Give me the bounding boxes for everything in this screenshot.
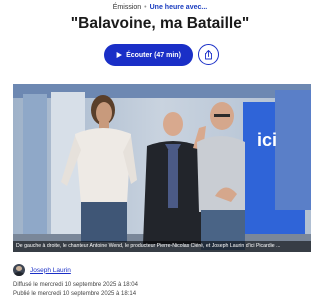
page-title: "Balavoine, ma Bataille" xyxy=(70,15,250,32)
share-icon xyxy=(205,49,212,59)
listen-button-label: Écouter (47 min) xyxy=(126,51,181,59)
play-icon xyxy=(116,52,123,58)
share-button[interactable] xyxy=(198,44,219,65)
photo-caption: De gauche à droite, le chanteur Antoine … xyxy=(13,241,311,252)
publication-dates: Diffusé le mercredi 10 septembre 2025 à … xyxy=(13,281,138,298)
published-date: Publié le mercredi 10 septembre 2025 à 1… xyxy=(13,290,137,297)
studio-photo-illustration: ici xyxy=(13,84,311,252)
broadcast-date: Diffusé le mercredi 10 septembre 2025 à … xyxy=(13,282,138,288)
breadcrumb-type[interactable]: Émission xyxy=(113,4,141,11)
article-photo: ici De gauche à droite, le chanteur Anto… xyxy=(13,84,311,252)
author-link[interactable]: Joseph Laurin xyxy=(30,267,71,274)
breadcrumb-show-link[interactable]: Une heure avec... xyxy=(150,4,208,11)
author-avatar xyxy=(13,264,25,276)
ici-logo: ici xyxy=(257,130,277,150)
breadcrumb-separator: • xyxy=(144,4,147,11)
listen-button[interactable]: Écouter (47 min) xyxy=(104,44,193,66)
breadcrumb: Émission • Une heure avec... xyxy=(0,3,320,12)
author-block: Joseph Laurin xyxy=(13,264,71,276)
